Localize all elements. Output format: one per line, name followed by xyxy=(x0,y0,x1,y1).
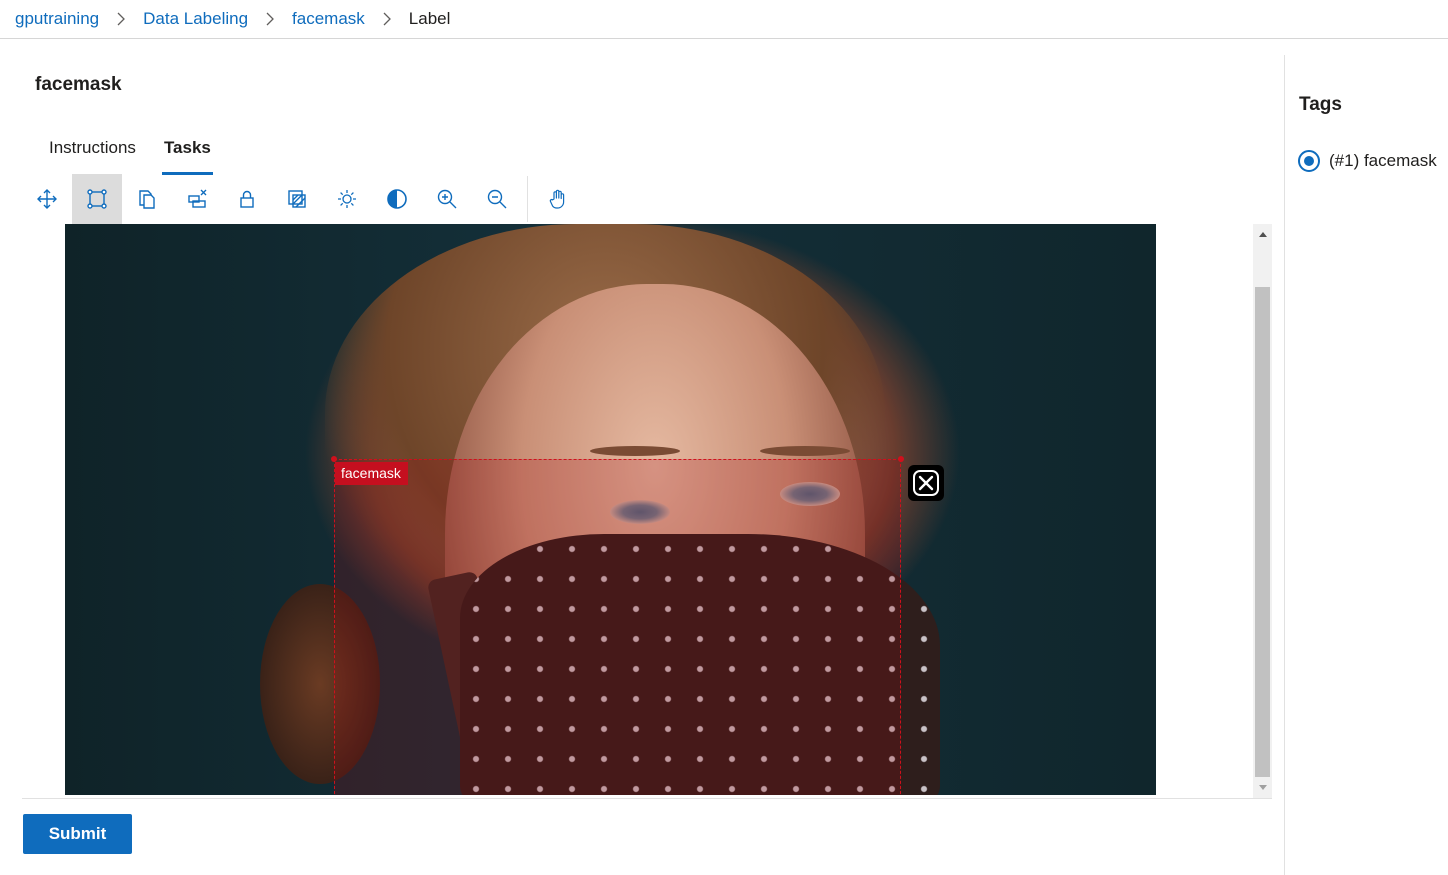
scroll-down-arrow-icon[interactable] xyxy=(1253,778,1272,798)
breadcrumb-link-workspace[interactable]: gputraining xyxy=(15,9,99,29)
move-icon xyxy=(37,189,57,209)
chevron-right-icon xyxy=(265,12,275,26)
scroll-up-arrow-icon[interactable] xyxy=(1253,224,1272,244)
tab-instructions[interactable]: Instructions xyxy=(35,133,150,175)
pan-hand-icon xyxy=(549,189,565,209)
breadcrumb-link-project[interactable]: facemask xyxy=(292,9,365,29)
move-tool-button[interactable] xyxy=(22,174,72,224)
submit-button[interactable]: Submit xyxy=(23,814,132,854)
delete-region-button[interactable] xyxy=(908,465,944,501)
photo-right-brow xyxy=(760,446,850,456)
breadcrumb-link-data-labeling[interactable]: Data Labeling xyxy=(143,9,248,29)
contrast-button[interactable] xyxy=(372,174,422,224)
delete-all-regions-icon xyxy=(188,189,207,208)
zoom-out-button[interactable] xyxy=(472,174,522,224)
close-box-icon xyxy=(913,470,939,496)
tag-option-label: (#1) facemask xyxy=(1329,151,1437,170)
image-canvas[interactable]: facemask xyxy=(65,224,1156,795)
copy-regions-button[interactable] xyxy=(122,174,172,224)
multi-select-icon xyxy=(288,190,306,208)
toolbar-divider xyxy=(527,176,528,222)
bounding-box-region[interactable]: facemask xyxy=(331,456,904,795)
breadcrumb-current: Label xyxy=(408,9,451,28)
rectangle-tool-button[interactable] xyxy=(72,174,122,224)
tag-option-facemask[interactable]: (#1) facemask xyxy=(1298,150,1437,172)
lock-regions-button[interactable] xyxy=(222,174,272,224)
labeling-toolbar xyxy=(22,174,583,224)
panel-divider xyxy=(1284,55,1285,875)
contrast-icon xyxy=(387,189,407,209)
zoom-in-button[interactable] xyxy=(422,174,472,224)
tab-tasks[interactable]: Tasks xyxy=(150,133,225,175)
bbox-tag-label: facemask xyxy=(335,462,408,485)
multi-select-button[interactable] xyxy=(272,174,322,224)
canvas-scrollbar[interactable] xyxy=(1253,224,1272,798)
chevron-right-icon xyxy=(382,12,392,26)
brightness-icon xyxy=(338,190,356,208)
brightness-button[interactable] xyxy=(322,174,372,224)
pan-button[interactable] xyxy=(533,174,583,224)
tags-panel-title: Tags xyxy=(1299,94,1342,115)
breadcrumb: gputraining Data Labeling facemask Label xyxy=(0,0,1448,39)
radio-selected-icon[interactable] xyxy=(1298,150,1320,172)
zoom-in-icon xyxy=(437,189,457,209)
photo-left-brow xyxy=(590,446,680,456)
footer-divider xyxy=(22,798,1272,799)
lock-icon xyxy=(240,190,254,208)
tab-list: Instructions Tasks xyxy=(35,133,225,175)
rectangle-box-icon xyxy=(87,189,107,209)
zoom-out-icon xyxy=(487,189,507,209)
bbox-handle-top-right[interactable] xyxy=(898,456,904,462)
copy-regions-icon xyxy=(139,190,155,209)
scrollbar-thumb[interactable] xyxy=(1255,287,1270,777)
delete-all-regions-button[interactable] xyxy=(172,174,222,224)
page-title: facemask xyxy=(35,74,122,95)
chevron-right-icon xyxy=(116,12,126,26)
